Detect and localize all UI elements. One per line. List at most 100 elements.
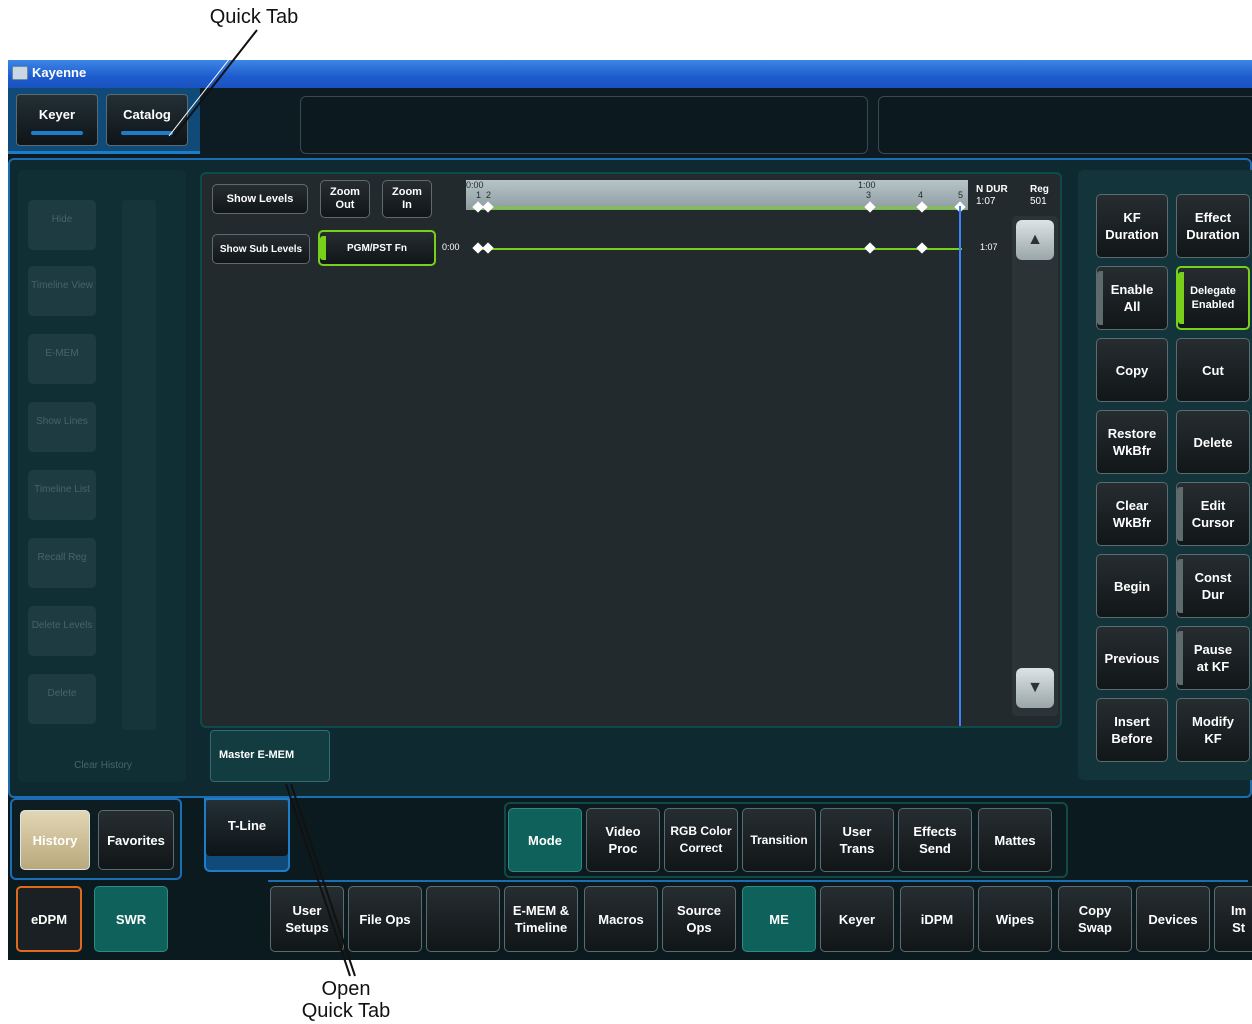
- reg-label: Reg: [1030, 184, 1049, 195]
- tab-emem-timeline[interactable]: E-MEM & Timeline: [504, 886, 578, 952]
- tab-me[interactable]: ME: [742, 886, 816, 952]
- level-enabled-bar: [320, 236, 326, 260]
- reg-value: 501: [1030, 196, 1047, 207]
- tab-copy-swap[interactable]: Copy Swap: [1058, 886, 1132, 952]
- kf-number: 5: [958, 190, 964, 200]
- tab-mode[interactable]: Mode: [508, 808, 582, 872]
- tab-keyer[interactable]: Keyer: [820, 886, 894, 952]
- delete-button[interactable]: Delete: [1176, 410, 1250, 474]
- effect-duration-button[interactable]: Effect Duration: [1176, 194, 1250, 258]
- quick-tab-keyer-label: Keyer: [38, 107, 76, 122]
- const-dur-button[interactable]: Const Dur: [1176, 554, 1250, 618]
- quick-tab-indicator: [121, 131, 173, 135]
- modify-kf-button[interactable]: Modify KF: [1176, 698, 1250, 762]
- history-item: Hide: [28, 200, 96, 250]
- menu-row-divider: [268, 880, 1248, 882]
- history-item: E-MEM: [28, 334, 96, 384]
- level-pgm-pst-button[interactable]: PGM/PST Fn: [318, 230, 436, 266]
- tab-video-proc[interactable]: Video Proc: [586, 808, 660, 872]
- cut-button[interactable]: Cut: [1176, 338, 1250, 402]
- scroll-down-icon[interactable]: ▼: [1016, 668, 1054, 708]
- history-item: Show Lines: [28, 402, 96, 452]
- toggle-bar: [1177, 487, 1183, 541]
- delegate-enabled-button[interactable]: Delegate Enabled: [1176, 266, 1250, 330]
- insert-before-button[interactable]: Insert Before: [1096, 698, 1168, 762]
- history-scrollbar: [122, 200, 156, 730]
- keyframe-marker[interactable]: [864, 242, 876, 254]
- favorites-button[interactable]: Favorites: [98, 810, 174, 870]
- scroll-up-icon[interactable]: ▲: [1016, 220, 1054, 260]
- master-emem-tab[interactable]: Master E-MEM: [210, 730, 330, 782]
- tab-effects-send[interactable]: Effects Send: [898, 808, 972, 872]
- kf-number: 4: [918, 190, 924, 200]
- const-dur-label: Const Dur: [1194, 570, 1232, 602]
- tline-quick-tab[interactable]: T-Line: [204, 798, 290, 872]
- tab-transition[interactable]: Transition: [742, 808, 816, 872]
- copy-button[interactable]: Copy: [1096, 338, 1168, 402]
- quick-tab-keyer[interactable]: Keyer: [16, 94, 98, 146]
- zoom-in-button[interactable]: Zoom In: [382, 180, 432, 218]
- tab-user-setups[interactable]: User Setups: [270, 886, 344, 952]
- toggle-bar: [1177, 559, 1183, 613]
- begin-button[interactable]: Begin: [1096, 554, 1168, 618]
- history-button[interactable]: History: [20, 810, 90, 870]
- pause-at-kf-button[interactable]: Pause at KF: [1176, 626, 1250, 690]
- tab-macros[interactable]: Macros: [584, 886, 658, 952]
- tab-rgb-color-correct[interactable]: RGB Color Correct: [664, 808, 738, 872]
- ruler-start-time: 0:00: [466, 180, 484, 190]
- kf-duration-button[interactable]: KF Duration: [1096, 194, 1168, 258]
- pause-at-kf-label: Pause at KF: [1193, 642, 1233, 674]
- n-dur-label: N DUR: [976, 184, 1008, 195]
- track-start-time: 0:00: [442, 242, 460, 252]
- delegate-enabled-label: Delegate Enabled: [1190, 285, 1236, 311]
- edit-cursor-line[interactable]: [959, 206, 961, 726]
- window-title: Kayenne: [32, 65, 87, 80]
- enable-all-button[interactable]: Enable All: [1096, 266, 1168, 330]
- top-display-panel-1: [300, 96, 868, 154]
- kf-number: 3: [866, 190, 872, 200]
- toggle-bar: [1097, 271, 1103, 325]
- timeline-scrollbar[interactable]: ▲ ▼: [1012, 216, 1058, 716]
- kf-number: 1: [476, 190, 482, 200]
- kayenne-window: Kayenne Keyer Catalog Hide Timeline View…: [8, 60, 1252, 960]
- keyframe-marker[interactable]: [482, 242, 494, 254]
- swr-button[interactable]: SWR: [94, 886, 168, 952]
- edpm-button[interactable]: eDPM: [16, 886, 82, 952]
- tab-mattes[interactable]: Mattes: [978, 808, 1052, 872]
- ruler-track: [472, 207, 966, 209]
- timeline-panel: Show Levels Zoom Out Zoom In Show Sub Le…: [200, 172, 1062, 728]
- track-end-time: 1:07: [980, 242, 998, 252]
- reg-header: Reg 501: [1030, 184, 1049, 208]
- tab-source-ops[interactable]: Source Ops: [662, 886, 736, 952]
- history-favorites-box: History Favorites: [10, 798, 182, 880]
- history-item: Delete Levels: [28, 606, 96, 656]
- n-dur-value: 1:07: [976, 196, 996, 207]
- show-levels-button[interactable]: Show Levels: [212, 184, 308, 214]
- tab-user-trans[interactable]: User Trans: [820, 808, 894, 872]
- keyframe-button-panel: KF Duration Effect Duration Enable All D…: [1078, 170, 1252, 780]
- timeline-ruler[interactable]: 0:00 1:00 1 2 3 4 5: [466, 180, 968, 210]
- main-menu-frame: Hide Timeline View E-MEM Show Lines Time…: [8, 158, 1252, 798]
- app-icon: [12, 66, 28, 80]
- level-name: PGM/PST Fn: [347, 242, 407, 254]
- callout-open-quick-tab: Open Quick Tab: [286, 978, 406, 1022]
- zoom-out-button[interactable]: Zoom Out: [320, 180, 370, 218]
- history-item: Delete: [28, 674, 96, 724]
- tab-idpm[interactable]: iDPM: [900, 886, 974, 952]
- show-sub-levels-button[interactable]: Show Sub Levels: [212, 234, 310, 264]
- previous-button[interactable]: Previous: [1096, 626, 1168, 690]
- enable-all-label: Enable All: [1110, 282, 1154, 314]
- tab-devices[interactable]: Devices: [1136, 886, 1210, 952]
- edit-cursor-button[interactable]: Edit Cursor: [1176, 482, 1250, 546]
- tab-image-store[interactable]: Im St: [1214, 886, 1252, 952]
- quick-tab-catalog[interactable]: Catalog: [106, 94, 188, 146]
- tab-blank[interactable]: [426, 886, 500, 952]
- quick-tab-catalog-label: Catalog: [123, 107, 171, 122]
- tab-wipes[interactable]: Wipes: [978, 886, 1052, 952]
- keyframe-marker[interactable]: [916, 242, 928, 254]
- tab-file-ops[interactable]: File Ops: [348, 886, 422, 952]
- bottom-menu-area: History Favorites T-Line Mode Video Proc…: [8, 798, 1252, 960]
- edit-cursor-label: Edit Cursor: [1191, 498, 1235, 530]
- restore-wkbfr-button[interactable]: Restore WkBfr: [1096, 410, 1168, 474]
- clear-wkbfr-button[interactable]: Clear WkBfr: [1096, 482, 1168, 546]
